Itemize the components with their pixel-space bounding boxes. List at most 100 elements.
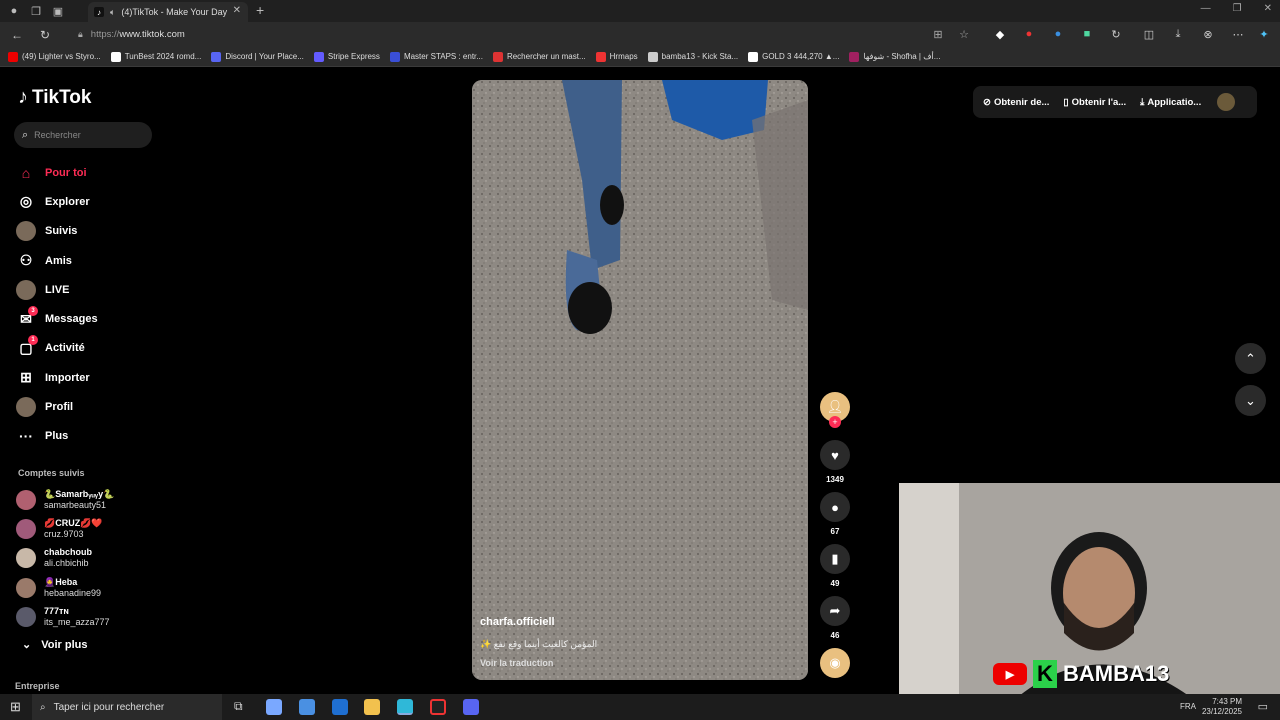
clock[interactable]: 7:43 PM 23/12/2025 <box>1202 697 1242 717</box>
bookmark-item[interactable]: bamba13 - Kick Sta... <box>647 51 738 62</box>
account-handle: cruz.9703 <box>44 528 84 539</box>
extension-green-icon[interactable]: ■ <box>1079 26 1095 42</box>
favorite-star-icon[interactable]: ☆ <box>956 26 972 42</box>
bookmark-item[interactable]: Discord | Your Place... <box>211 51 304 62</box>
sidebar-item-pour-toi[interactable]: ⌂ Pour toi <box>14 158 164 187</box>
bookmark-favicon-icon <box>313 51 324 62</box>
bookmark-item[interactable]: GOLD 3 444,270 ▲... <box>748 51 840 62</box>
followed-account[interactable]: 💋CRUZ💋❤️ cruz.9703 <box>16 514 166 543</box>
downloads-icon[interactable]: ⤓ <box>1170 26 1186 42</box>
workspaces-icon[interactable]: ❐ <box>28 3 44 19</box>
voir-plus-button[interactable]: ⌄ Voir plus <box>22 638 87 652</box>
install-app-button[interactable]: ⤓ Applicatio... <box>1140 97 1201 108</box>
search-input[interactable]: ⌕ Rechercher <box>14 122 152 148</box>
stream-branding: ▶ K BAMBA13 <box>993 660 1169 688</box>
bookmark-item[interactable]: Rechercher un mast... <box>492 51 586 62</box>
explorer-app-icon[interactable] <box>364 699 380 715</box>
back-icon[interactable]: ← <box>6 28 28 42</box>
speaker-icon[interactable]: 🔈︎ <box>110 7 115 18</box>
video-player[interactable]: charfa.officiell ✨ المؤمن كالغيث أينما و… <box>472 80 808 680</box>
sidebar-item-suivis[interactable]: Suivis <box>14 217 164 246</box>
sidebar-item-messages[interactable]: ✉ 3 Messages <box>14 304 164 333</box>
mail-app-icon[interactable] <box>332 699 348 715</box>
notifications-icon[interactable]: ▭ <box>1258 700 1268 713</box>
music-disc-icon[interactable]: ◉ <box>820 648 850 678</box>
followed-account[interactable]: chabchoub ali.chbichib <box>16 544 166 573</box>
avatar <box>16 548 36 569</box>
extension-icon[interactable]: ◆ <box>992 26 1008 42</box>
bookmark-item[interactable]: Stripe Express <box>313 51 380 62</box>
translate-link[interactable]: Voir la traduction <box>480 658 553 668</box>
followed-account[interactable]: 🐍Samarbᵧᵤᵧy🐍 samarbeauty51 <box>16 485 166 514</box>
previous-video-button[interactable]: ⌃ <box>1235 343 1266 374</box>
refresh-icon[interactable]: ↻ <box>34 28 56 42</box>
avatar <box>14 221 38 242</box>
upload-icon: ⊞ <box>20 369 32 386</box>
minimize-icon[interactable]: — <box>1201 3 1211 14</box>
copilot-icon[interactable]: ✦ <box>1256 26 1272 42</box>
maximize-icon[interactable]: ❐ <box>1233 3 1242 14</box>
url-host: www.tiktok.com <box>119 29 185 40</box>
task-view-icon[interactable]: ⧉ <box>234 699 243 714</box>
profile-icon[interactable]: ● <box>6 3 22 19</box>
comment-icon[interactable]: ● <box>820 492 850 522</box>
extension-blue-icon[interactable]: ● <box>1050 26 1066 42</box>
url-field[interactable]: 🔒︎ https:// www.tiktok.com <box>78 25 978 44</box>
obs-app-icon[interactable] <box>430 699 446 715</box>
like-icon[interactable]: ♥ <box>820 440 850 470</box>
extensions-puzzle-icon[interactable]: ↻ <box>1108 26 1124 42</box>
chevron-up-icon: ⌃ <box>1245 350 1256 366</box>
vpn-icon[interactable]: ⊗ <box>1200 26 1216 42</box>
next-video-button[interactable]: ⌄ <box>1235 385 1266 416</box>
account-handle: hebanadine99 <box>44 587 102 598</box>
profile-avatar[interactable] <box>1217 93 1236 111</box>
menu-dots-icon[interactable]: ⋯ <box>1230 26 1246 42</box>
tab-actions-icon[interactable]: ▣ <box>50 3 66 19</box>
share-icon[interactable]: ➦ <box>820 596 850 626</box>
bookmark-favicon-icon <box>8 51 18 62</box>
tab-tiktok[interactable]: ♪ 🔈︎ (4)TikTok - Make Your Day ✕ <box>88 2 248 22</box>
bookmark-item[interactable]: (49) Lighter vs Styro... <box>8 51 101 62</box>
search-icon: ⌕ <box>22 128 29 141</box>
bookmark-label: GOLD 3 444,270 ▲... <box>762 52 840 61</box>
followed-account[interactable]: 777ᴛɴ its_me_azza777 <box>16 602 166 631</box>
bookmark-item[interactable]: شوفها - Shofha | أف... <box>849 51 940 62</box>
copilot-app-icon[interactable] <box>266 699 282 715</box>
store-app-icon[interactable] <box>299 699 315 715</box>
sidebar-item-explorer[interactable]: ◎ Explorer <box>14 187 164 216</box>
bookmark-favicon-icon <box>647 51 658 62</box>
follow-plus-icon[interactable]: + <box>829 416 841 428</box>
close-tab-icon[interactable]: ✕ <box>233 5 241 16</box>
account-handle: its_me_azza777 <box>44 616 110 627</box>
bookmark-item[interactable]: Master STAPS : entr... <box>389 51 483 62</box>
windows-start-icon[interactable]: ⊞ <box>10 699 21 715</box>
edge-app-icon[interactable] <box>397 699 413 715</box>
sidebar-item-profil[interactable]: Profil <box>14 392 164 421</box>
video-username[interactable]: charfa.officiell <box>480 616 555 628</box>
language-indicator[interactable]: FRA <box>1180 702 1196 711</box>
bookmark-favicon-icon <box>211 51 222 62</box>
get-coins-button[interactable]: ⊘ Obtenir de... <box>983 97 1049 108</box>
sidebar-item-plus[interactable]: ··· Plus <box>14 422 164 451</box>
sidebar-item-importer[interactable]: ⊞ Importer <box>14 363 164 392</box>
bookmark-item[interactable]: TunBest 2024 romd... <box>110 51 201 62</box>
lock-icon[interactable]: 🔒︎ <box>78 29 83 40</box>
new-tab-button[interactable]: + <box>256 2 264 18</box>
app-install-icon[interactable]: ⊞ <box>930 26 946 42</box>
message-icon: ✉ 3 <box>14 306 38 329</box>
extension-red-icon[interactable]: ● <box>1021 26 1037 42</box>
sidebar-item-amis[interactable]: ⚇ Amis <box>14 246 164 275</box>
tiktok-logo[interactable]: ♪ TikTok <box>18 86 91 109</box>
taskbar-search[interactable]: ⌕ Taper ici pour rechercher <box>32 694 222 720</box>
discord-app-icon[interactable] <box>463 699 479 715</box>
close-window-icon[interactable]: ✕ <box>1264 3 1272 14</box>
bookmark-favicon-icon <box>389 51 400 62</box>
followed-account[interactable]: 🧕Heba hebanadine99 <box>16 573 166 602</box>
bookmark-icon[interactable]: ▮ <box>820 544 850 574</box>
entreprise-label[interactable]: Entreprise <box>15 681 60 691</box>
bookmark-item[interactable]: Hrmaps <box>595 51 638 62</box>
split-screen-icon[interactable]: ◫ <box>1141 26 1157 42</box>
sidebar-item-activité[interactable]: ▢ 1 Activité <box>14 334 164 363</box>
sidebar-item-live[interactable]: LIVE <box>14 275 164 304</box>
get-app-button[interactable]: ▯ Obtenir l'a... <box>1063 97 1126 108</box>
